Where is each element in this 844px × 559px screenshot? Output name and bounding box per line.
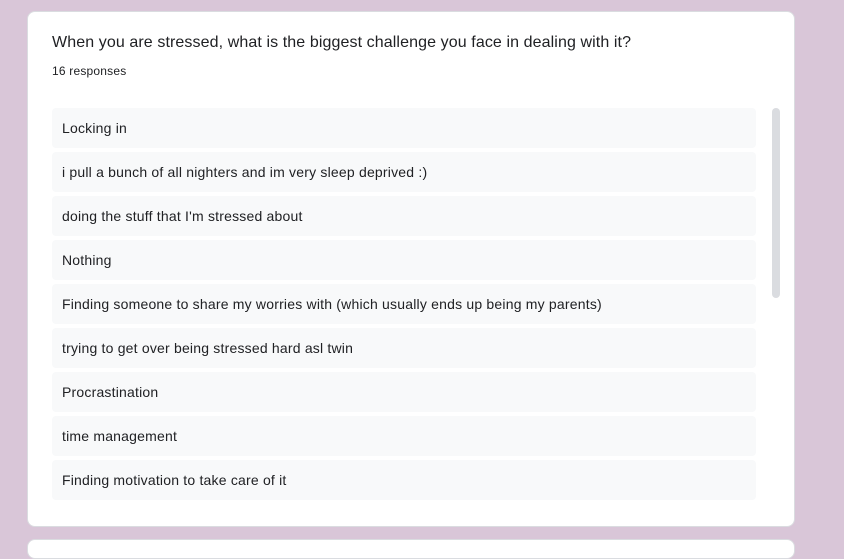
response-item: trying to get over being stressed hard a…	[52, 328, 756, 368]
response-item: doing the stuff that I'm stressed about	[52, 196, 756, 236]
response-item: Nothing	[52, 240, 756, 280]
response-item: time management	[52, 416, 756, 456]
next-question-card	[27, 539, 795, 559]
response-count: 16 responses	[52, 64, 127, 78]
response-item: Finding motivation to take care of it	[52, 460, 756, 500]
response-list: Locking in i pull a bunch of all nighter…	[52, 108, 756, 504]
response-card: When you are stressed, what is the bigge…	[27, 11, 795, 527]
response-item: Procrastination	[52, 372, 756, 412]
response-item: Finding someone to share my worries with…	[52, 284, 756, 324]
response-item: i pull a bunch of all nighters and im ve…	[52, 152, 756, 192]
response-item: Locking in	[52, 108, 756, 148]
question-title: When you are stressed, what is the bigge…	[52, 34, 632, 51]
response-list-scrollbar[interactable]	[772, 108, 780, 298]
